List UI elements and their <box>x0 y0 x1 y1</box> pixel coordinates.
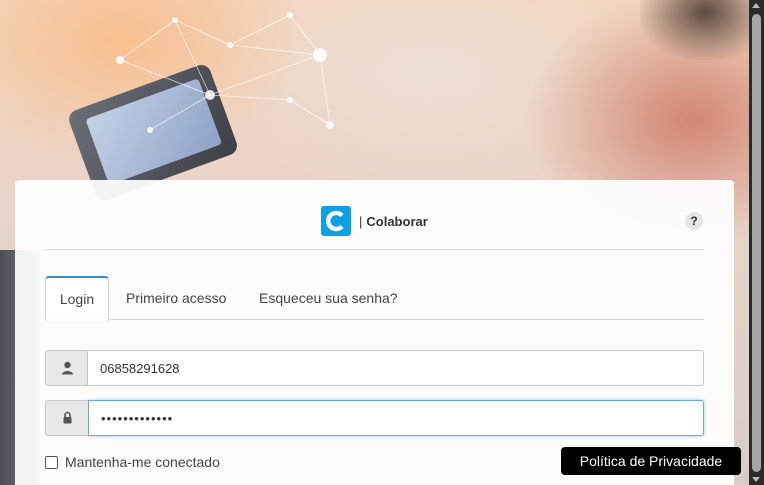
person-image <box>640 0 749 60</box>
privacy-policy-button[interactable]: Política de Privacidade <box>561 447 741 475</box>
scroll-up-icon[interactable] <box>752 3 760 8</box>
colaborar-logo-icon <box>321 206 351 236</box>
card-header: | Colaborar ? <box>45 180 704 250</box>
password-field-group <box>45 400 704 436</box>
remember-label: Mantenha-me conectado <box>65 454 220 470</box>
username-field-group <box>45 350 704 386</box>
user-icon <box>45 350 88 386</box>
remember-checkbox[interactable] <box>45 455 58 469</box>
remember-me[interactable]: Mantenha-me conectado <box>45 454 220 470</box>
network-graphic <box>116 12 334 133</box>
login-card: | Colaborar ? Login Primeiro acesso Esqu… <box>15 180 734 485</box>
tab-login[interactable]: Login <box>45 276 109 321</box>
username-input[interactable] <box>88 350 704 386</box>
tab-esqueceu-senha[interactable]: Esqueceu sua senha? <box>243 276 414 320</box>
brand-separator: | <box>359 213 363 229</box>
brand-name: Colaborar <box>366 213 428 229</box>
login-tabs: Login Primeiro acesso Esqueceu sua senha… <box>45 276 704 321</box>
scrollbar-thumb[interactable] <box>752 14 761 472</box>
help-icon[interactable]: ? <box>685 212 703 230</box>
password-input[interactable] <box>88 400 704 436</box>
lock-icon <box>45 400 88 436</box>
brand: | Colaborar <box>321 206 428 236</box>
tab-primeiro-acesso[interactable]: Primeiro acesso <box>110 276 242 320</box>
scroll-down-icon[interactable] <box>752 477 760 482</box>
vertical-scrollbar[interactable] <box>749 0 764 485</box>
